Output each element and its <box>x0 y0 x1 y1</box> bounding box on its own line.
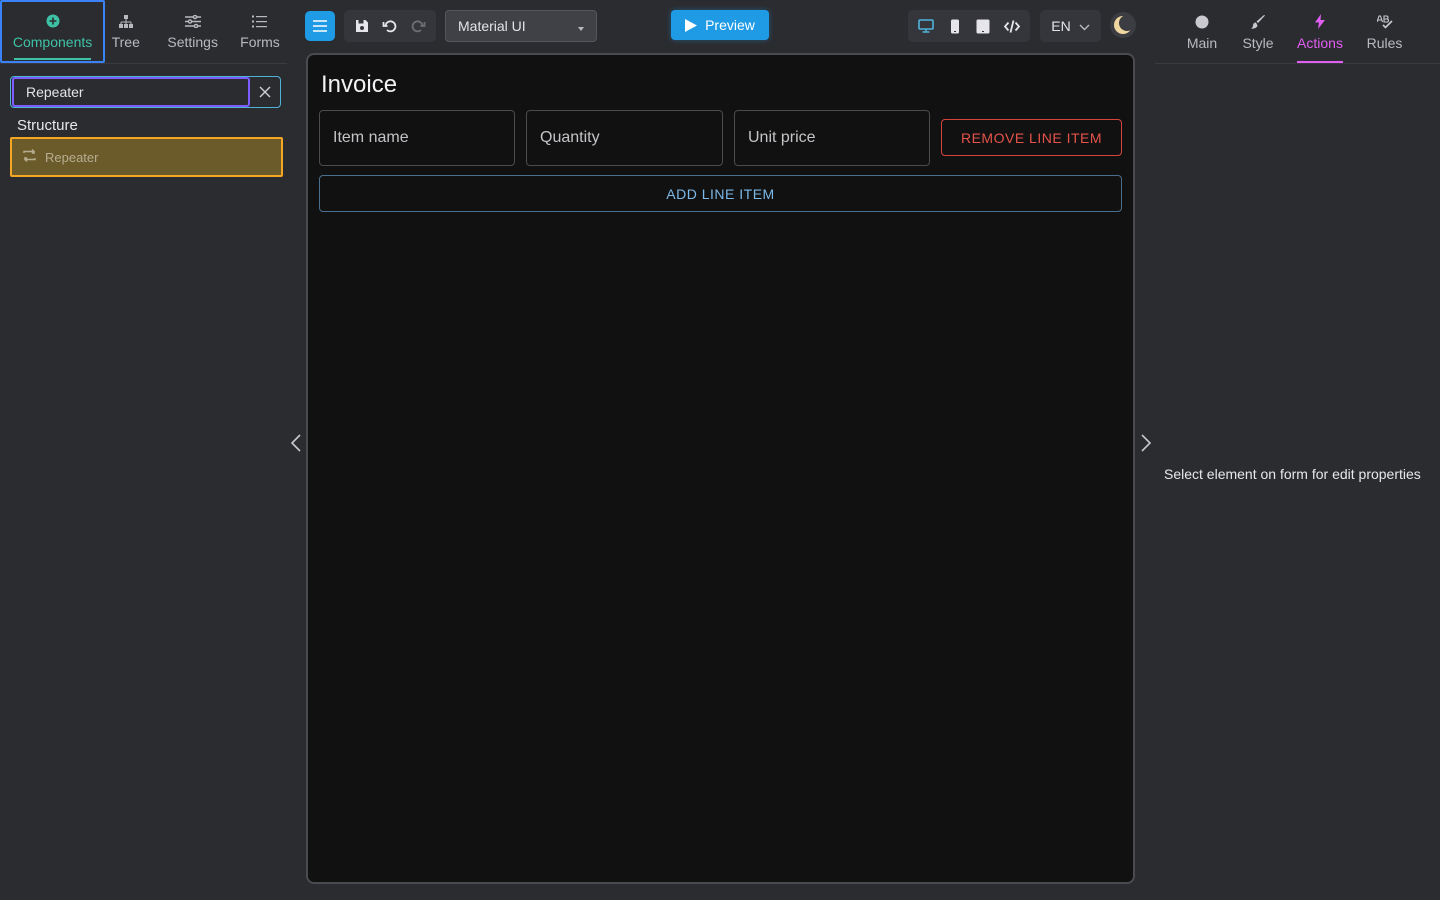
theme-toggle[interactable] <box>1110 12 1136 38</box>
tab-main-label: Main <box>1186 34 1218 51</box>
undo-icon <box>382 20 397 33</box>
device-toolbar <box>908 10 1030 42</box>
repeat-icon <box>21 148 38 166</box>
quantity-field[interactable]: Quantity <box>526 110 723 166</box>
tab-style[interactable]: Style <box>1241 0 1275 64</box>
unit-price-label: Unit price <box>748 129 816 146</box>
tab-rules[interactable]: Rules <box>1366 0 1403 64</box>
hamburger-icon <box>313 20 327 32</box>
remove-line-item-button[interactable]: REMOVE LINE ITEM <box>941 119 1122 156</box>
chevron-down-icon <box>1079 18 1090 34</box>
redo-button[interactable] <box>405 13 431 39</box>
language-select[interactable]: EN <box>1040 10 1101 42</box>
caret-down-icon <box>578 18 584 34</box>
tab-main[interactable]: Main <box>1186 0 1218 64</box>
collapse-left-panel-button[interactable] <box>288 432 304 454</box>
language-value: EN <box>1051 18 1071 34</box>
quantity-label: Quantity <box>540 129 600 146</box>
rules-icon <box>1376 14 1394 30</box>
item-name-label: Item name <box>333 129 409 146</box>
tab-forms-label: Forms <box>240 34 280 50</box>
tablet-icon <box>976 19 990 33</box>
menu-button[interactable] <box>305 11 335 41</box>
ui-library-select[interactable]: Material UI <box>445 10 597 42</box>
chevron-right-icon <box>1141 434 1151 452</box>
left-panel-tabs: Components Tree Settings Forms <box>0 0 287 64</box>
mobile-view-button[interactable] <box>942 13 968 39</box>
preview-label: Preview <box>705 17 755 33</box>
code-icon <box>1003 19 1020 33</box>
moon-icon <box>1114 15 1133 34</box>
clear-search-button[interactable] <box>250 77 280 107</box>
sliders-icon <box>184 13 202 29</box>
circle-icon <box>1193 14 1211 30</box>
tab-tree[interactable]: Tree <box>105 0 146 63</box>
form-title[interactable]: Invoice <box>321 71 397 99</box>
tab-settings[interactable]: Settings <box>154 0 231 63</box>
close-icon <box>259 86 271 98</box>
code-view-button[interactable] <box>999 13 1025 39</box>
save-button[interactable] <box>349 13 375 39</box>
ui-library-value: Material UI <box>458 18 526 34</box>
play-icon <box>685 18 698 32</box>
plus-circle-icon <box>44 13 62 29</box>
component-item-repeater[interactable]: Repeater <box>10 137 283 177</box>
section-title-structure: Structure <box>17 117 78 134</box>
lightning-icon <box>1311 14 1329 30</box>
right-panel-tabs: Main Style Actions Rules <box>1155 0 1440 64</box>
desktop-view-button[interactable] <box>913 13 939 39</box>
component-search <box>10 76 281 108</box>
save-icon <box>356 20 368 32</box>
desktop-icon <box>918 19 935 33</box>
preview-button[interactable]: Preview <box>671 10 769 40</box>
tab-actions[interactable]: Actions <box>1297 0 1343 64</box>
tab-settings-label: Settings <box>167 34 218 50</box>
tablet-view-button[interactable] <box>970 13 996 39</box>
tab-components[interactable]: Components <box>0 0 106 63</box>
component-item-label: Repeater <box>45 149 99 165</box>
item-name-field[interactable]: Item name <box>319 110 515 166</box>
history-toolbar <box>344 10 436 42</box>
tree-icon <box>117 13 135 29</box>
properties-empty-message: Select element on form for edit properti… <box>1164 466 1421 482</box>
redo-icon <box>411 20 426 33</box>
add-line-item-button[interactable]: ADD LINE ITEM <box>319 175 1122 212</box>
brush-icon <box>1249 14 1267 30</box>
mobile-icon <box>950 19 959 33</box>
tab-style-label: Style <box>1242 34 1274 51</box>
tab-forms[interactable]: Forms <box>233 0 287 63</box>
unit-price-field[interactable]: Unit price <box>734 110 930 166</box>
form-canvas[interactable]: Invoice Item name Quantity Unit price RE… <box>306 53 1135 884</box>
tab-tree-label: Tree <box>111 34 140 50</box>
undo-button[interactable] <box>377 13 403 39</box>
tab-rules-label: Rules <box>1366 34 1403 51</box>
tab-components-label: Components <box>12 34 93 50</box>
chevron-left-icon <box>291 434 301 452</box>
tab-actions-label: Actions <box>1297 34 1343 51</box>
search-input[interactable] <box>12 77 250 107</box>
list-icon <box>251 13 269 29</box>
collapse-right-panel-button[interactable] <box>1138 432 1154 454</box>
